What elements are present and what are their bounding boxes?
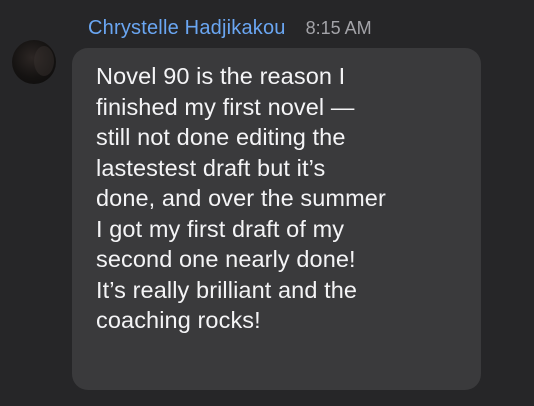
message-line: finished my first novel —: [96, 93, 355, 120]
message-line: second one nearly done!: [96, 246, 356, 272]
message-line: done, and over the summer: [96, 185, 386, 211]
message-timestamp: 8:15 AM: [305, 18, 372, 38]
message-line: coaching rocks!: [96, 307, 261, 333]
chat-message: Chrystelle Hadjikakou 8:15 AM Novel 90 i…: [0, 0, 534, 406]
message-line: I got my first draft of my: [96, 215, 345, 242]
message-line: It’s really brilliant and the: [96, 276, 358, 303]
message-bubble[interactable]: Novel 90 is the reason I finished my fir…: [72, 48, 481, 390]
message-line: still not done editing the: [96, 124, 346, 150]
message-body: Novel 90 is the reason I finished my fir…: [96, 61, 471, 336]
message-line: Novel 90 is the reason I: [96, 63, 346, 89]
message-line: lastestest draft but it’s: [96, 154, 326, 181]
avatar-photo-icon: [34, 46, 54, 76]
message-header: Chrystelle Hadjikakou 8:15 AM: [88, 17, 372, 43]
sender-avatar[interactable]: [12, 40, 56, 84]
sender-name[interactable]: Chrystelle Hadjikakou: [88, 17, 286, 40]
